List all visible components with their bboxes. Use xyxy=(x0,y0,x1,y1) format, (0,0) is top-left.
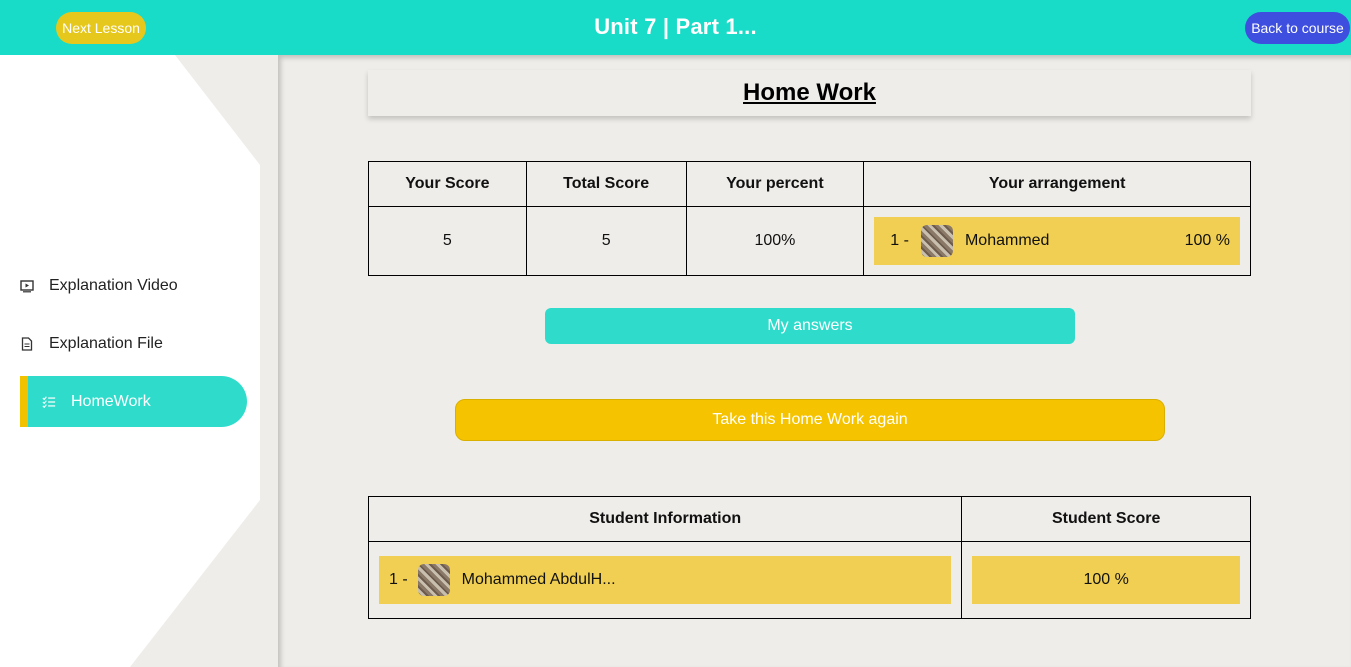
column-header: Your percent xyxy=(685,161,865,207)
table-row: 5 5 100% 1 - Mohammed 100 % xyxy=(368,206,1251,276)
rank-percent: 100 % xyxy=(1184,232,1230,249)
table-header-row: Student Information Student Score xyxy=(367,496,1251,542)
avatar xyxy=(417,564,450,596)
arrangement-cell: 1 - Mohammed 100 % xyxy=(863,206,1251,276)
student-score-value: 100 % xyxy=(972,556,1240,604)
rank-chip: 1 - Mohammed 100 % xyxy=(874,217,1240,265)
file-icon xyxy=(20,336,34,351)
your-percent-value: 100% xyxy=(685,206,865,276)
sidebar-item-label: HomeWork xyxy=(71,392,151,410)
column-header: Student Information xyxy=(367,496,963,542)
sidebar-item-explanation-video[interactable]: Explanation Video xyxy=(20,260,247,311)
my-answers-button[interactable]: My answers xyxy=(545,308,1075,344)
checklist-icon xyxy=(42,395,56,409)
student-name: Mohammed AbdulH... xyxy=(461,571,616,588)
your-score-value: 5 xyxy=(368,206,527,276)
sidebar-item-label: Explanation File xyxy=(49,334,163,352)
table-header-row: Your Score Total Score Your percent Your… xyxy=(368,161,1251,207)
table-row: 1 - Mohammed AbdulH... 100 % xyxy=(367,541,1251,619)
column-header: Your Score xyxy=(368,161,527,207)
homework-heading: Home Work xyxy=(743,79,876,106)
student-table: Student Information Student Score 1 - Mo… xyxy=(367,496,1251,619)
retake-homework-button[interactable]: Take this Home Work again xyxy=(455,399,1165,441)
top-bar: Next Lesson Unit 7 | Part 1... Back to c… xyxy=(0,0,1351,55)
student-chip: 1 - Mohammed AbdulH... xyxy=(379,556,952,604)
score-table: Your Score Total Score Your percent Your… xyxy=(368,161,1251,276)
column-header: Your arrangement xyxy=(863,161,1251,207)
main-content: Home Work Your Score Total Score Your pe… xyxy=(278,55,1351,667)
avatar xyxy=(920,225,953,257)
homework-header: Home Work xyxy=(368,70,1251,116)
sidebar-item-homework[interactable]: HomeWork xyxy=(20,376,247,427)
student-info-cell: 1 - Mohammed AbdulH... xyxy=(367,541,963,619)
column-header: Student Score xyxy=(961,496,1251,542)
student-score-cell: 100 % xyxy=(961,541,1251,619)
page-title: Unit 7 | Part 1... xyxy=(594,14,757,39)
column-header: Total Score xyxy=(525,161,687,207)
sidebar-item-label: Explanation Video xyxy=(49,276,178,294)
rank-number: 1 - xyxy=(389,571,408,588)
rank-number: 1 - xyxy=(890,232,909,249)
total-score-value: 5 xyxy=(525,206,687,276)
sidebar-item-explanation-file[interactable]: Explanation File xyxy=(20,318,247,369)
video-icon xyxy=(20,279,34,293)
active-indicator xyxy=(20,376,28,427)
student-name: Mohammed xyxy=(964,232,1050,249)
sidebar: Explanation Video Explanation File HomeW… xyxy=(0,55,278,667)
back-to-course-button[interactable]: Back to course xyxy=(1245,12,1350,44)
